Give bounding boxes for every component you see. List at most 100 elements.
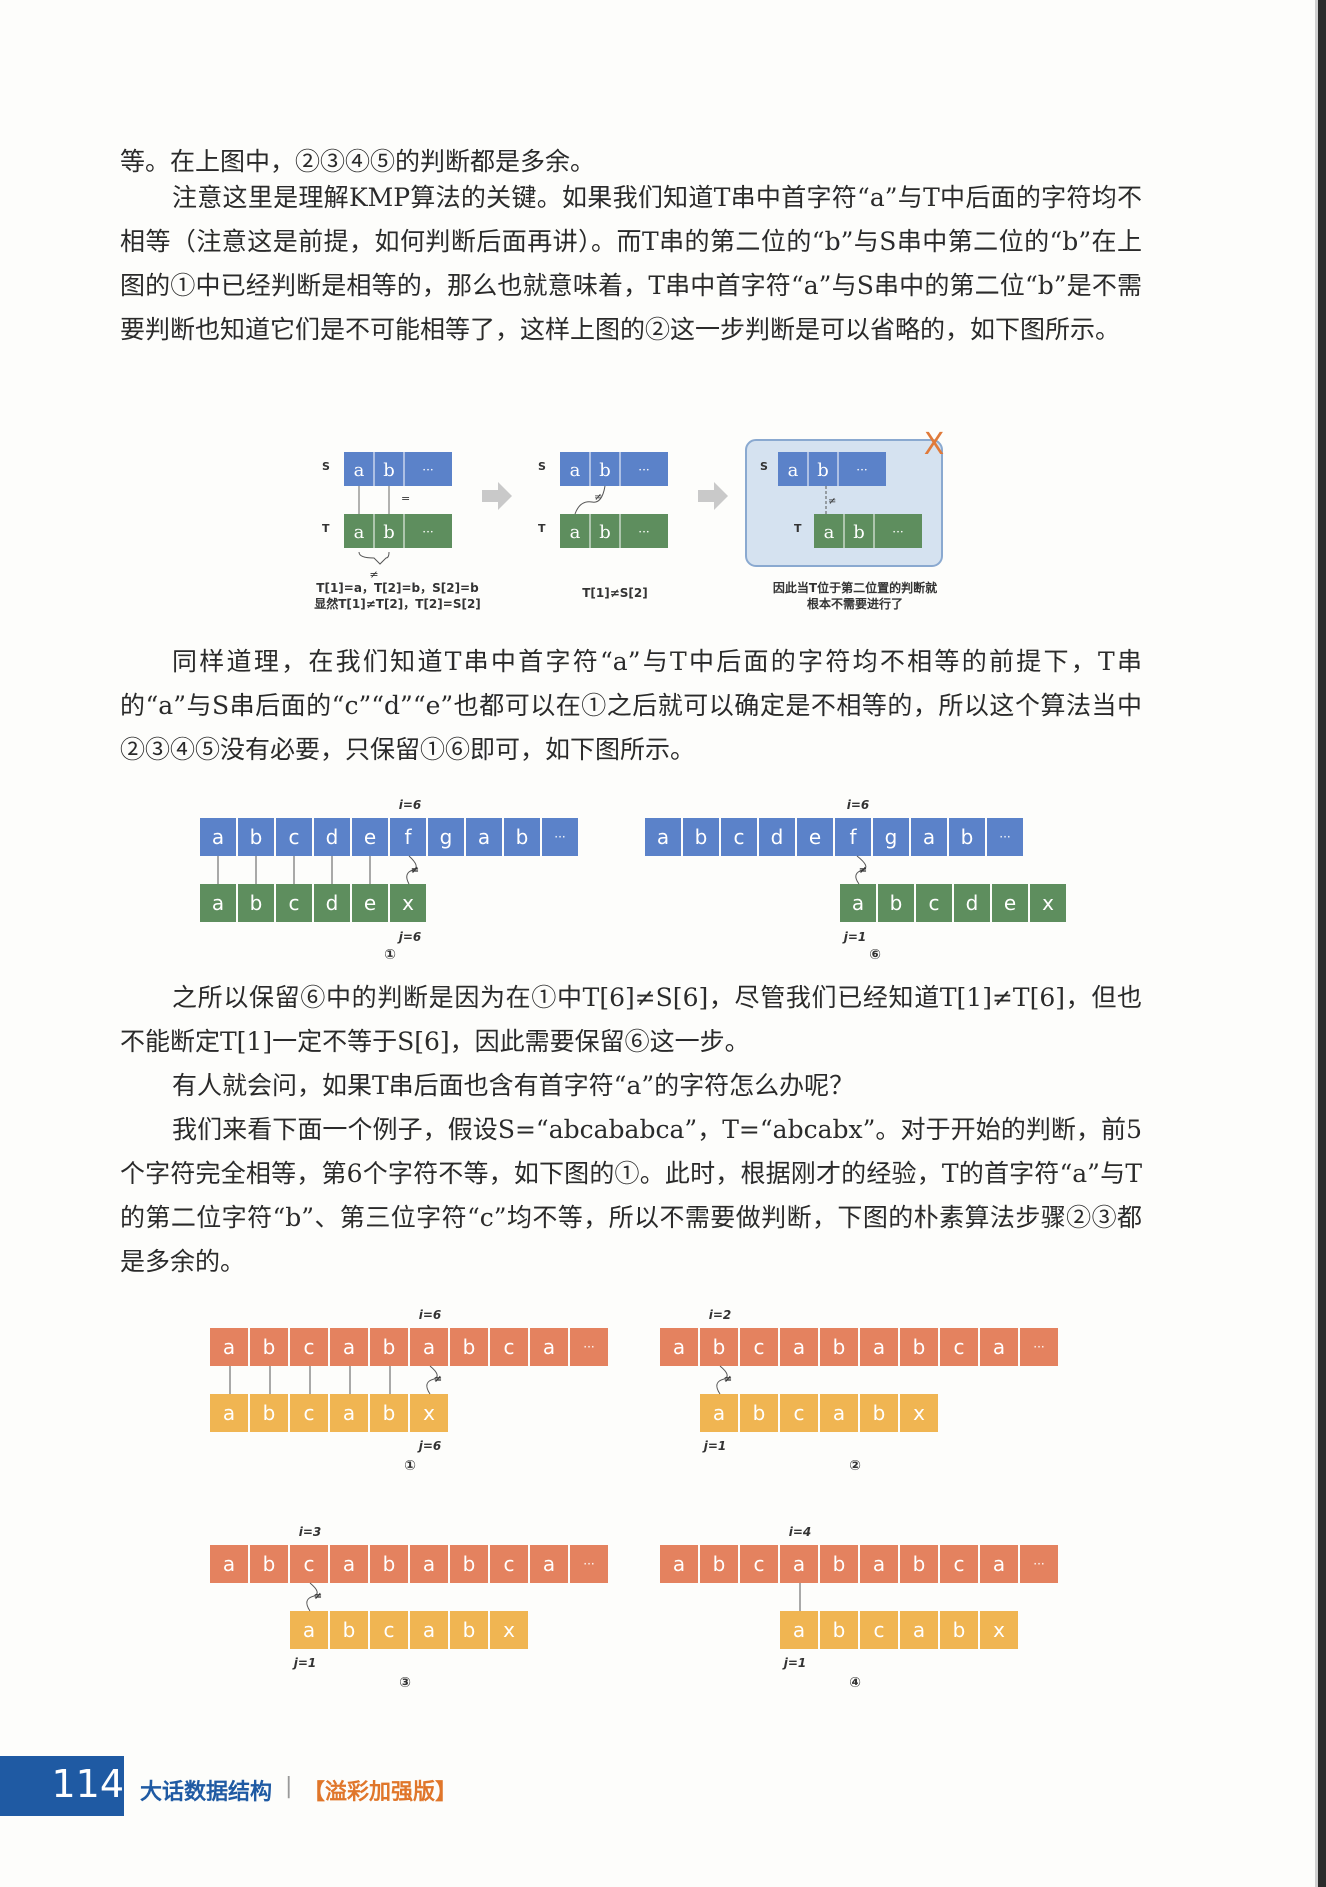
- i-index-label: i=4: [789, 1525, 812, 1539]
- cell-char: c: [754, 1552, 765, 1576]
- cell-char: a: [673, 1552, 685, 1576]
- cell-char: a: [223, 1335, 235, 1359]
- cell-char: b: [463, 1618, 476, 1642]
- cell-char: a: [423, 1618, 435, 1642]
- cell-char: a: [873, 1552, 885, 1576]
- cell-char: c: [304, 1401, 315, 1425]
- cell-char: x: [913, 1401, 925, 1425]
- cell-char: e: [1004, 891, 1016, 915]
- cell-char: a: [478, 825, 490, 849]
- j-index-label: j=1: [842, 930, 867, 944]
- cell-char: ···: [999, 830, 1010, 844]
- cell-char: b: [250, 891, 263, 915]
- j-index-label: j=1: [702, 1439, 727, 1453]
- cross-mark-icon: X: [924, 428, 945, 462]
- cell-char: c: [304, 1552, 315, 1576]
- cell-char: a: [657, 825, 669, 849]
- i-index-label: i=6: [847, 798, 870, 812]
- step-number: ①: [404, 1458, 416, 1474]
- cell-char: a: [793, 1552, 805, 1576]
- footer-separator: |: [285, 1774, 293, 1799]
- figure-1-caption-1: T[1]=a，T[2]=b，S[2]=b 显然T[1]≠T[2]，T[2]=S[…: [314, 581, 481, 611]
- cell-char: d: [966, 891, 979, 915]
- j-index-label: j=1: [782, 1656, 807, 1670]
- cell-char: a: [212, 891, 224, 915]
- cell-char: b: [753, 1401, 766, 1425]
- cell-char: c: [794, 1401, 805, 1425]
- figure-3: i=6 a b c a b a b c a ··· a b c a b x ≠ j=6① i=2 a b c a b a b c a ··…: [210, 1308, 1058, 1691]
- cell-char: a: [423, 1552, 435, 1576]
- cell-char: b: [833, 1335, 846, 1359]
- cell: b: [383, 460, 395, 481]
- cell-char: e: [364, 891, 376, 915]
- cell-char: a: [423, 1335, 435, 1359]
- step-number: ⑥: [869, 947, 881, 963]
- cell-char: x: [423, 1401, 435, 1425]
- i-index-label: i=6: [399, 798, 422, 812]
- figure-2: i=6 a b c d e f g a b ··· a b c d e x ≠ j=6① i=6 a b c d e f g a b ··…: [200, 798, 1066, 963]
- cell-char: g: [440, 825, 453, 849]
- not-equal-mark: ≠: [411, 865, 419, 876]
- cell-char: ···: [583, 1340, 594, 1354]
- cell-char: b: [343, 1618, 356, 1642]
- cell-char: g: [885, 825, 898, 849]
- not-equal-mark: ≠: [724, 1374, 732, 1385]
- cell-char: b: [516, 825, 529, 849]
- i-index-label: i=6: [419, 1308, 442, 1322]
- cell-char: b: [263, 1552, 276, 1576]
- cell: b: [817, 460, 829, 481]
- cell-char: b: [873, 1401, 886, 1425]
- cell-char: a: [852, 891, 864, 915]
- cell-char: b: [713, 1335, 726, 1359]
- cell-char: a: [223, 1552, 235, 1576]
- cell-char: c: [289, 825, 300, 849]
- step-number: ④: [849, 1675, 861, 1691]
- cell-char: b: [695, 825, 708, 849]
- cell-char: c: [289, 891, 300, 915]
- cell-char: a: [993, 1335, 1005, 1359]
- cell-char: a: [212, 825, 224, 849]
- cell-char: b: [250, 825, 263, 849]
- cell-char: a: [923, 825, 935, 849]
- arrow-right-icon: [698, 482, 728, 510]
- step-number: ③: [399, 1675, 411, 1691]
- cell: ···: [422, 525, 433, 539]
- paragraph-2: 注意这里是理解KMP算法的关键。如果我们知道T串中首字符“a”与T中后面的字符均…: [120, 183, 1142, 344]
- cell-char: a: [343, 1552, 355, 1576]
- cell-char: a: [833, 1401, 845, 1425]
- page-number: 114: [51, 1762, 124, 1806]
- cell: b: [853, 522, 865, 543]
- cell: b: [599, 522, 611, 543]
- cell: ···: [422, 463, 433, 477]
- cell-char: b: [833, 1552, 846, 1576]
- j-index-label: j=6: [417, 1439, 442, 1453]
- i-index-label: i=3: [299, 1525, 322, 1539]
- cell-char: d: [771, 825, 784, 849]
- cell-char: c: [954, 1552, 965, 1576]
- cell-char: a: [223, 1401, 235, 1425]
- s-label: S: [538, 460, 546, 473]
- not-equal-mark: ≠: [314, 1591, 322, 1602]
- not-equal-mark: ≠: [594, 492, 602, 503]
- figure-1-caption-2: T[1]≠S[2]: [582, 586, 648, 600]
- cell-char: x: [402, 891, 414, 915]
- cell-char: b: [463, 1335, 476, 1359]
- cell-char: b: [383, 1335, 396, 1359]
- cell: a: [570, 460, 581, 481]
- t-label: T: [322, 522, 330, 535]
- not-equal-mark: ≠: [828, 496, 836, 507]
- cell-char: ···: [1033, 1557, 1044, 1571]
- cell-char: a: [793, 1335, 805, 1359]
- cell-char: a: [343, 1335, 355, 1359]
- cell-char: a: [303, 1618, 315, 1642]
- cell-char: b: [833, 1618, 846, 1642]
- cell-char: b: [913, 1335, 926, 1359]
- cell: a: [570, 522, 581, 543]
- book-title: 大话数据结构: [140, 1780, 273, 1805]
- cell-char: f: [404, 825, 412, 849]
- cell: b: [383, 522, 395, 543]
- paragraph-5: 有人就会问，如果T串后面也含有首字符“a”的字符怎么办呢？: [172, 1071, 855, 1100]
- not-equal-mark: ≠: [434, 1374, 442, 1385]
- cell-char: a: [873, 1335, 885, 1359]
- j-index-label: j=6: [397, 930, 422, 944]
